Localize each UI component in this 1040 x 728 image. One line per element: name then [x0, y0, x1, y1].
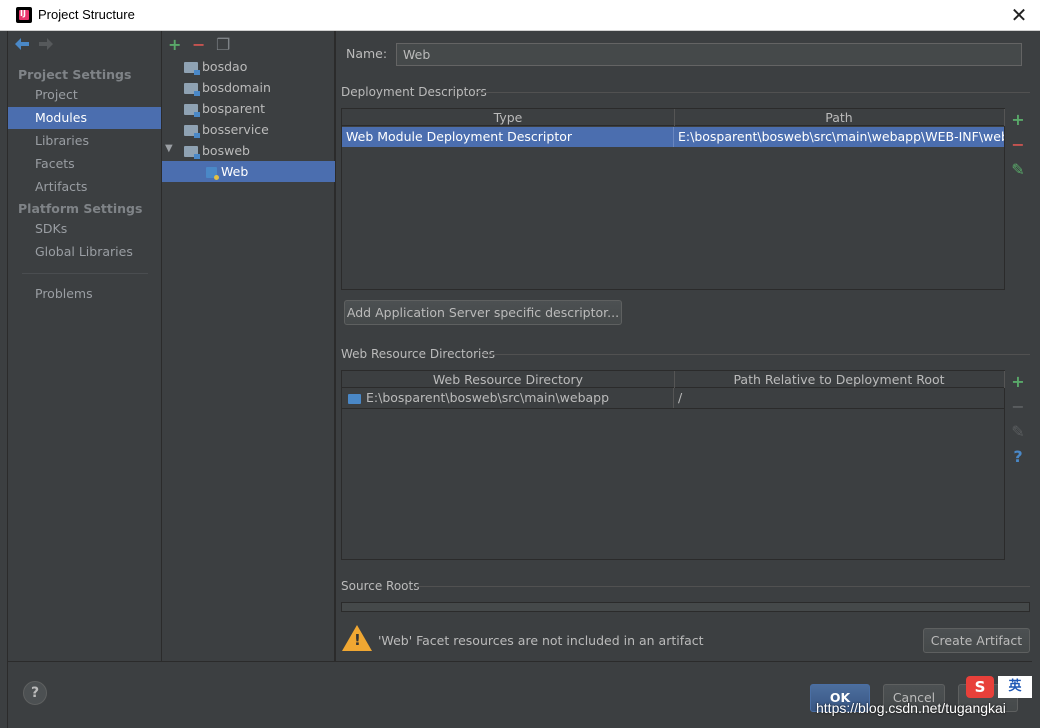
- intellij-app-icon: [16, 7, 32, 23]
- sidebar-item-global-libraries[interactable]: Global Libraries: [8, 241, 161, 263]
- tree-item-bosdomain[interactable]: bosdomain: [184, 77, 334, 98]
- descriptor-type-cell: Web Module Deployment Descriptor: [342, 127, 674, 147]
- settings-sidebar: Project Settings Project Modules Librari…: [8, 31, 162, 661]
- tree-item-label: bosservice: [202, 122, 269, 137]
- sidebar-item-sdks[interactable]: SDKs: [8, 218, 161, 240]
- create-artifact-button[interactable]: Create Artifact: [923, 628, 1030, 653]
- sidebar-item-artifacts[interactable]: Artifacts: [8, 176, 161, 198]
- resource-directory-cell: E:\bosparent\bosweb\src\main\webapp: [342, 388, 674, 408]
- expand-chevron-down-icon[interactable]: ▼: [165, 143, 173, 154]
- forward-arrow-icon-svg: [39, 38, 53, 50]
- web-facet-icon: [206, 167, 219, 180]
- table-header: Web Resource Directory Path Relative to …: [342, 371, 1005, 388]
- module-folder-icon: [184, 104, 200, 117]
- warning-icon: [342, 625, 372, 651]
- module-folder-icon: [184, 83, 200, 96]
- web-resource-table: Web Resource Directory Path Relative to …: [341, 370, 1005, 560]
- remove-descriptor-icon[interactable]: −: [1006, 135, 1030, 154]
- deployment-descriptors-title: Deployment Descriptors: [341, 85, 487, 99]
- source-roots-list[interactable]: [341, 602, 1030, 612]
- web-facet-badge: [214, 175, 219, 180]
- group-divider: [416, 586, 1030, 587]
- group-divider: [476, 92, 1030, 93]
- sidebar-item-problems[interactable]: Problems: [8, 283, 161, 305]
- edit-resource-icon: ✎: [1011, 422, 1025, 441]
- column-header-path[interactable]: Path: [674, 109, 1005, 126]
- module-folder-icon: [184, 125, 200, 138]
- sidebar-item-project[interactable]: Project: [8, 84, 161, 106]
- back-arrow-icon[interactable]: [14, 36, 30, 55]
- module-folder-icon: [184, 62, 200, 75]
- sogou-ime-icon: S: [966, 676, 994, 698]
- edit-descriptor-icon[interactable]: ✎: [1006, 160, 1030, 179]
- back-arrow-icon-svg: [15, 38, 29, 50]
- ime-mode-indicator: 英: [998, 676, 1032, 698]
- help-icon[interactable]: ?: [1006, 447, 1030, 466]
- facet-settings-panel: Name: Deployment Descriptors Type Path W…: [336, 31, 1032, 661]
- window-title: Project Structure: [38, 7, 135, 22]
- tree-item-web-facet[interactable]: Web: [162, 161, 335, 182]
- deployment-descriptors-table: Type Path Web Module Deployment Descript…: [341, 108, 1005, 290]
- tree-item-bosweb[interactable]: bosweb: [184, 140, 334, 161]
- module-folder-icon: [184, 146, 200, 159]
- table-row[interactable]: E:\bosparent\bosweb\src\main\webapp /: [342, 388, 1004, 409]
- column-header-relative-path[interactable]: Path Relative to Deployment Root: [674, 371, 1005, 388]
- copy-module-icon[interactable]: ❐: [216, 35, 230, 54]
- sidebar-divider: [22, 273, 148, 274]
- add-descriptor-icon[interactable]: +: [1006, 110, 1030, 129]
- relative-path-cell: /: [678, 390, 683, 405]
- name-field[interactable]: [396, 43, 1022, 66]
- tree-item-label: Web: [221, 164, 249, 179]
- tree-item-bosdao[interactable]: bosdao: [184, 56, 334, 77]
- dialog-footer: ? OK Cancel S 英 https://blog.csdn.net/tu…: [8, 661, 1032, 728]
- remove-module-icon[interactable]: −: [192, 35, 205, 54]
- column-header-web-resource-directory[interactable]: Web Resource Directory: [342, 371, 675, 388]
- section-project-settings: Project Settings: [18, 67, 132, 82]
- window-left-edge: [0, 31, 8, 728]
- name-label: Name:: [346, 46, 388, 61]
- section-platform-settings: Platform Settings: [18, 201, 143, 216]
- watermark-text: https://blog.csdn.net/tugangkai: [816, 700, 1006, 716]
- table-row[interactable]: Web Module Deployment Descriptor E:\bosp…: [342, 127, 1004, 147]
- warning-message: 'Web' Facet resources are not included i…: [378, 633, 704, 648]
- tree-item-label: bosdao: [202, 59, 248, 74]
- web-resource-directories-title: Web Resource Directories: [341, 347, 495, 361]
- table-header: Type Path: [342, 109, 1005, 126]
- help-button[interactable]: ?: [23, 681, 47, 705]
- resource-directory-text: E:\bosparent\bosweb\src\main\webapp: [366, 390, 610, 405]
- group-divider: [482, 354, 1030, 355]
- descriptor-path-cell: E:\bosparent\bosweb\src\main\webapp\WEB-…: [678, 129, 1004, 144]
- module-tree-panel: + − ❐ bosdao bosdomain bosparent bosserv…: [162, 31, 335, 661]
- source-roots-title: Source Roots: [341, 579, 420, 593]
- tree-item-bosparent[interactable]: bosparent: [184, 98, 334, 119]
- add-server-descriptor-button[interactable]: Add Application Server specific descript…: [344, 300, 622, 325]
- remove-resource-icon: −: [1011, 397, 1025, 416]
- close-icon[interactable]: ✕: [1006, 2, 1032, 28]
- add-resource-icon[interactable]: +: [1006, 372, 1030, 391]
- title-bar: Project Structure ✕: [0, 0, 1040, 31]
- window-right-edge: [1032, 31, 1040, 728]
- tree-item-label: bosweb: [202, 143, 250, 158]
- sidebar-item-facets[interactable]: Facets: [8, 153, 161, 175]
- sidebar-item-modules[interactable]: Modules: [8, 107, 161, 129]
- tree-item-bosservice[interactable]: bosservice: [184, 119, 334, 140]
- add-module-icon[interactable]: +: [168, 35, 181, 54]
- tree-item-label: bosdomain: [202, 80, 271, 95]
- column-header-type[interactable]: Type: [342, 109, 675, 126]
- tree-item-label: bosparent: [202, 101, 266, 116]
- forward-arrow-icon[interactable]: [38, 36, 54, 55]
- sidebar-item-libraries[interactable]: Libraries: [8, 130, 161, 152]
- web-folder-icon: [348, 393, 361, 404]
